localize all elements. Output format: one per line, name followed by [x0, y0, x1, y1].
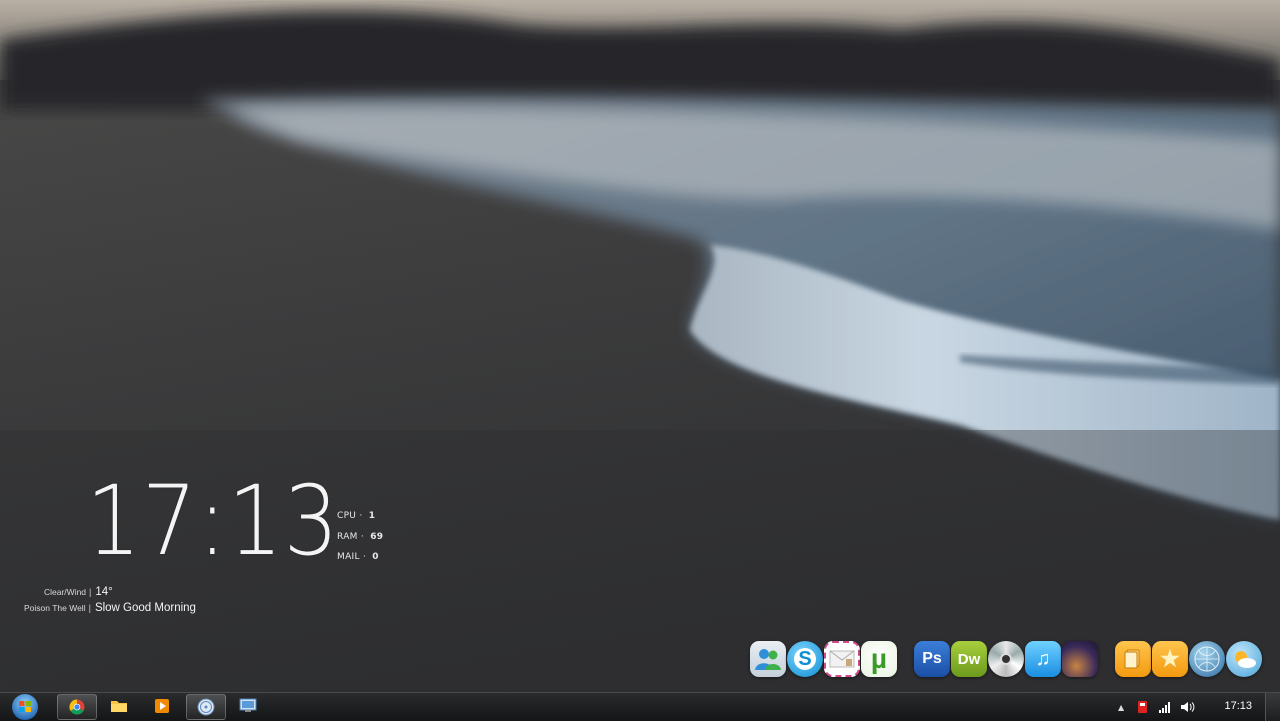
favorites-glyph: ★ — [1160, 646, 1180, 671]
windows-logo-icon — [12, 694, 38, 720]
weather-temperature: 14° — [95, 586, 113, 598]
itunes-glyph: ♫ — [1035, 647, 1051, 670]
taskbar-explorer[interactable] — [100, 694, 138, 718]
utorrent-icon[interactable]: µ — [861, 641, 897, 677]
stat-cpu: CPU · 1 — [337, 511, 376, 521]
dock-group-system: ★ — [1115, 640, 1263, 678]
dvd-hole — [1000, 653, 1012, 665]
wallpaper-beach — [0, 0, 1280, 692]
stat-ram-value: 69 — [370, 531, 384, 542]
network-signal-icon[interactable] — [1158, 701, 1172, 713]
music-row: Poison The Well | Slow Good Morning — [24, 598, 196, 616]
volume-icon[interactable] — [1180, 700, 1196, 714]
taskbar: ▲ 17:13 — [0, 692, 1280, 721]
dreamweaver-glyph: Dw — [957, 650, 981, 668]
mail-icon[interactable] — [824, 641, 860, 677]
dock-group-apps: Ps Dw ♫ — [914, 640, 1099, 678]
music-separator: | — [88, 603, 91, 613]
skype-glyph: S — [794, 648, 816, 670]
music-artist: Poison The Well — [24, 603, 86, 613]
taskbar-remote-desktop[interactable] — [229, 694, 267, 718]
favorites-icon[interactable]: ★ — [1152, 641, 1188, 677]
mail-glyph — [829, 650, 855, 668]
remote-desktop-icon — [239, 698, 257, 712]
dock-group-social: S µ — [750, 640, 898, 678]
itunes-icon[interactable]: ♫ — [1025, 641, 1061, 677]
stat-cpu-label: CPU — [337, 511, 357, 521]
stat-mail: MAIL · 0 — [337, 552, 379, 562]
weather-condition: Clear/Wind — [44, 587, 87, 597]
show-desktop-button[interactable] — [1265, 693, 1280, 721]
desktop-clock: 17:13 — [86, 465, 340, 577]
itunes-taskbar-icon — [197, 698, 215, 716]
explorer-folder-icon — [111, 701, 127, 712]
weather-glyph — [1235, 651, 1256, 668]
stat-ram: RAM · 69 — [337, 531, 384, 542]
documents-glyph — [1124, 649, 1140, 669]
photoshop-glyph: Ps — [922, 650, 942, 667]
media-player-icon — [155, 699, 169, 713]
show-hidden-icons-arrow-icon[interactable]: ▲ — [1118, 703, 1124, 712]
network-icon[interactable] — [1189, 641, 1225, 677]
desktop[interactable]: 17:13 CPU · 1 RAM · 69 MAIL · 0 Clear/Wi… — [0, 0, 1280, 692]
photoshop-icon[interactable]: Ps — [914, 641, 950, 677]
contacts-glyph — [755, 649, 781, 670]
stat-cpu-value: 1 — [368, 511, 376, 521]
contacts-icon[interactable] — [750, 641, 786, 677]
documents-icon[interactable] — [1115, 641, 1151, 677]
stat-mail-value: 0 — [372, 552, 379, 562]
taskbar-media-player[interactable] — [143, 694, 181, 718]
taskbar-clock[interactable]: 17:13 — [1224, 700, 1252, 712]
stat-ram-label: RAM — [337, 531, 358, 542]
stat-mail-label: MAIL — [337, 552, 360, 562]
network-glyph — [1194, 646, 1220, 672]
taskbar-itunes[interactable] — [186, 694, 226, 720]
space-icon[interactable] — [1062, 641, 1098, 677]
taskbar-chrome[interactable] — [57, 694, 97, 720]
weather-icon[interactable] — [1226, 641, 1262, 677]
start-orb-icon[interactable] — [6, 694, 44, 720]
skype-icon[interactable]: S — [787, 641, 823, 677]
weather-separator: | — [89, 587, 92, 597]
dvd-icon[interactable] — [988, 641, 1024, 677]
system-tray: ▲ — [1118, 693, 1196, 721]
music-track: Slow Good Morning — [94, 602, 196, 614]
dreamweaver-icon[interactable]: Dw — [951, 641, 987, 677]
utorrent-glyph: µ — [870, 643, 888, 674]
system-stats: CPU · 1 RAM · 69 MAIL · 0 — [337, 506, 383, 568]
chrome-icon — [69, 699, 85, 715]
antivirus-tray-icon[interactable] — [1136, 700, 1150, 714]
